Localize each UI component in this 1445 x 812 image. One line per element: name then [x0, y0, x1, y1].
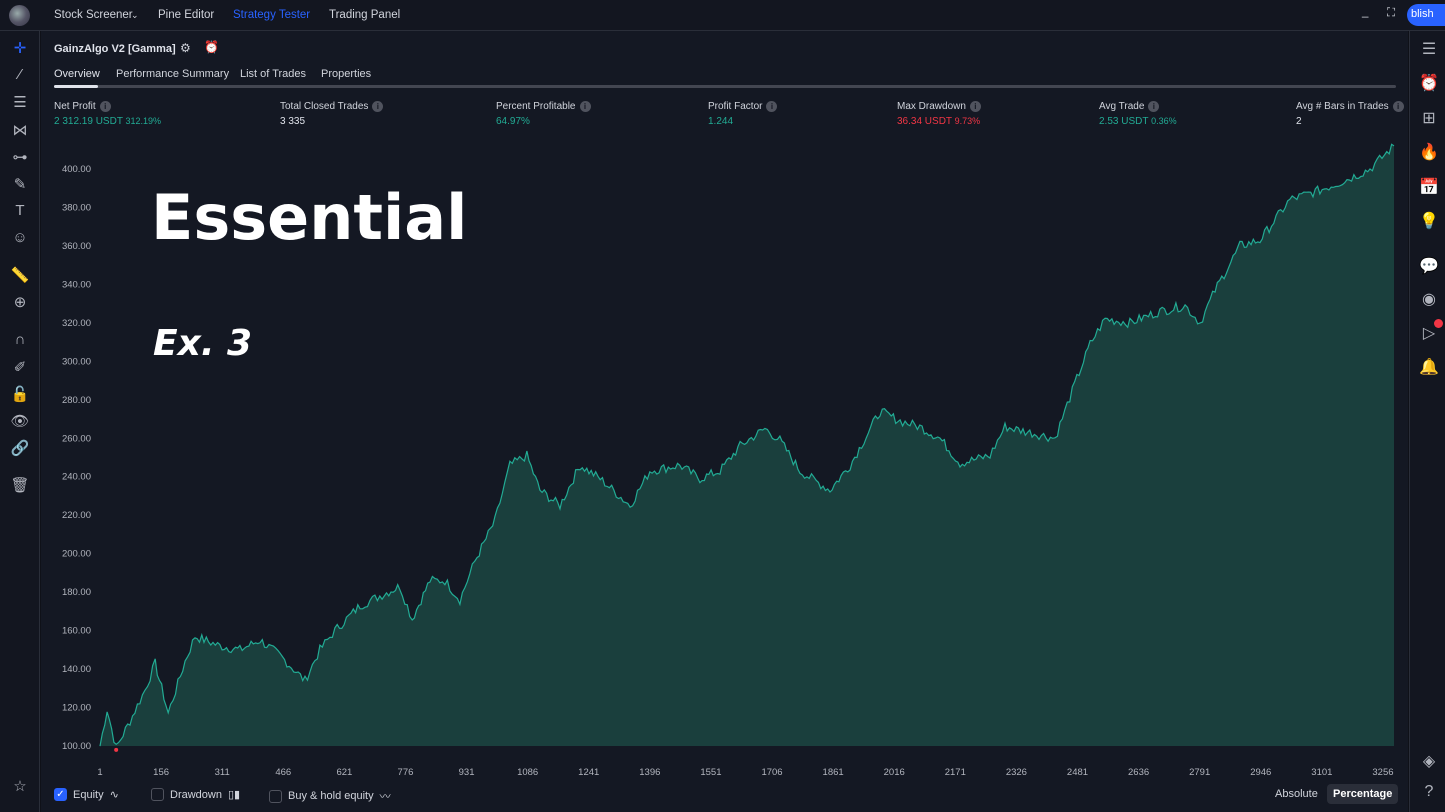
x-tick-label: 1396: [639, 767, 660, 778]
y-tick-label: 360.00: [62, 241, 91, 252]
y-tick-label: 100.00: [62, 741, 91, 752]
overlay-subtitle: Ex. 3: [153, 323, 253, 364]
buyhold-line-icon: 〰: [379, 791, 391, 803]
minimize-icon[interactable]: _: [1362, 6, 1368, 18]
x-tick-label: 2636: [1128, 767, 1149, 778]
alarm-icon[interactable]: ⏰: [1418, 73, 1440, 93]
chat-icon[interactable]: 💬: [1418, 256, 1440, 276]
y-tick-label: 400.00: [62, 164, 91, 175]
x-tick-label: 1: [97, 767, 102, 778]
x-tick-label: 2016: [884, 767, 905, 778]
emoji-icon[interactable]: ☺: [10, 229, 30, 246]
add-list-icon[interactable]: ⊞: [1418, 108, 1440, 128]
y-tick-label: 120.00: [62, 703, 91, 714]
y-tick-label: 380.00: [62, 202, 91, 213]
equity-label: Equity: [73, 788, 104, 801]
y-tick-label: 220.00: [62, 510, 91, 521]
drawdown-toggle[interactable]: Drawdown ▯▮: [151, 788, 240, 801]
y-tick-label: 200.00: [62, 549, 91, 560]
buyhold-toggle[interactable]: Buy & hold equity 〰: [269, 788, 391, 804]
equity-chart: 100.00 120.00 140.00 160.00 180.00 200.00 220.…: [62, 143, 1395, 778]
ideas-icon[interactable]: 💡: [1418, 211, 1440, 231]
equity-line-icon: ∿: [109, 789, 119, 801]
y-tick-label: 340.00: [62, 279, 91, 290]
overlay-title: Essential: [151, 181, 468, 254]
help-icon[interactable]: ?: [1418, 783, 1440, 801]
x-tick-label: 1861: [823, 767, 844, 778]
x-tick-label: 1241: [578, 767, 599, 778]
x-tick-label: 776: [398, 767, 414, 778]
eye-icon[interactable]: 👁: [10, 412, 30, 430]
x-tick-label: 621: [336, 767, 352, 778]
buyhold-label: Buy & hold equity: [288, 790, 374, 802]
x-tick-label: 466: [275, 767, 291, 778]
brush-icon[interactable]: ✎: [10, 175, 30, 193]
tab-stock-screener[interactable]: Stock Screener: [54, 9, 133, 21]
y-tick-label: 280.00: [62, 395, 91, 406]
ruler-icon[interactable]: 📏: [10, 266, 30, 284]
x-tick-label: 156: [153, 767, 169, 778]
magnet-icon[interactable]: ∩: [10, 331, 30, 348]
x-tick-label: 931: [459, 767, 475, 778]
lock-icon[interactable]: 🔓: [10, 385, 30, 403]
right-toolbar: ☰ ⏰ ⊞ 🔥 📅 💡 💬 ◉ ▷ 🔔 ◈ ?: [1409, 31, 1445, 812]
y-tick-label: 140.00: [62, 664, 91, 675]
star-icon[interactable]: ☆: [10, 777, 30, 795]
equity-checkbox[interactable]: ✓: [54, 788, 67, 801]
x-tick-label: 3101: [1311, 767, 1332, 778]
trash-icon[interactable]: 🗑: [10, 476, 30, 494]
text-icon[interactable]: T: [10, 202, 30, 219]
maximize-icon[interactable]: ⛶: [1387, 7, 1395, 20]
x-tick-label: 2481: [1067, 767, 1088, 778]
tab-strategy-tester[interactable]: Strategy Tester: [233, 9, 310, 21]
crosshair-icon[interactable]: ✛: [10, 39, 30, 57]
lock-drawing-icon[interactable]: ✐: [10, 358, 30, 376]
top-bar: Stock Screener ⌄ Pine Editor Strategy Te…: [0, 0, 1445, 31]
y-tick-label: 160.00: [62, 626, 91, 637]
strategy-tester-panel: GainzAlgo V2 [Gamma] ⚙ ⏰ Overview Perfor…: [41, 31, 1408, 812]
streams-icon[interactable]: ◉: [1418, 289, 1440, 309]
watchlist-icon[interactable]: ☰: [1418, 39, 1440, 59]
equity-toggle[interactable]: ✓ Equity ∿: [54, 788, 119, 801]
trend-line-icon[interactable]: ⁄: [10, 66, 30, 83]
y-tick-label: 240.00: [62, 472, 91, 483]
notification-dot: [1434, 319, 1443, 328]
percentage-button[interactable]: Percentage: [1327, 784, 1399, 804]
chevron-down-icon[interactable]: ⌄: [131, 10, 139, 21]
drawdown-label: Drawdown: [170, 788, 222, 801]
zoom-icon[interactable]: ⊕: [10, 293, 30, 311]
layers-icon[interactable]: ◈: [1418, 751, 1440, 771]
y-tick-label: 300.00: [62, 356, 91, 367]
tab-pine-editor[interactable]: Pine Editor: [158, 9, 214, 21]
forecast-icon[interactable]: ⊶: [10, 148, 30, 166]
y-tick-label: 180.00: [62, 587, 91, 598]
x-tick-label: 311: [215, 767, 230, 778]
y-tick-label: 320.00: [62, 318, 91, 329]
x-tick-label: 1551: [700, 767, 721, 778]
x-tick-label: 2946: [1250, 767, 1271, 778]
x-tick-label: 1706: [761, 767, 782, 778]
bell-icon[interactable]: 🔔: [1418, 357, 1440, 377]
absolute-button[interactable]: Absolute: [1275, 788, 1318, 800]
drawdown-checkbox[interactable]: [151, 788, 164, 801]
avatar[interactable]: [9, 5, 30, 26]
x-tick-label: 2326: [1006, 767, 1027, 778]
link-icon[interactable]: 🔗: [10, 439, 30, 457]
x-tick-label: 3256: [1372, 767, 1393, 778]
hotlist-icon[interactable]: 🔥: [1418, 142, 1440, 162]
y-tick-label: 260.00: [62, 433, 91, 444]
x-tick-label: 2791: [1189, 767, 1210, 778]
pattern-icon[interactable]: ⋈: [10, 121, 30, 139]
drawdown-marker: [114, 747, 119, 752]
tab-trading-panel[interactable]: Trading Panel: [329, 9, 400, 21]
x-tick-label: 1086: [517, 767, 538, 778]
fib-icon[interactable]: ☰: [10, 93, 30, 111]
buyhold-checkbox[interactable]: [269, 789, 282, 803]
drawdown-bars-icon: ▯▮: [227, 789, 241, 801]
left-toolbar: ✛ ⁄ ☰ ⋈ ⊶ ✎ T ☺ 📏 ⊕ ∩ ✐ 🔓 👁 🔗 🗑 ☆: [0, 31, 40, 812]
calendar-icon[interactable]: 📅: [1418, 177, 1440, 197]
publish-button[interactable]: blish: [1407, 4, 1445, 26]
x-tick-label: 2171: [945, 767, 966, 778]
